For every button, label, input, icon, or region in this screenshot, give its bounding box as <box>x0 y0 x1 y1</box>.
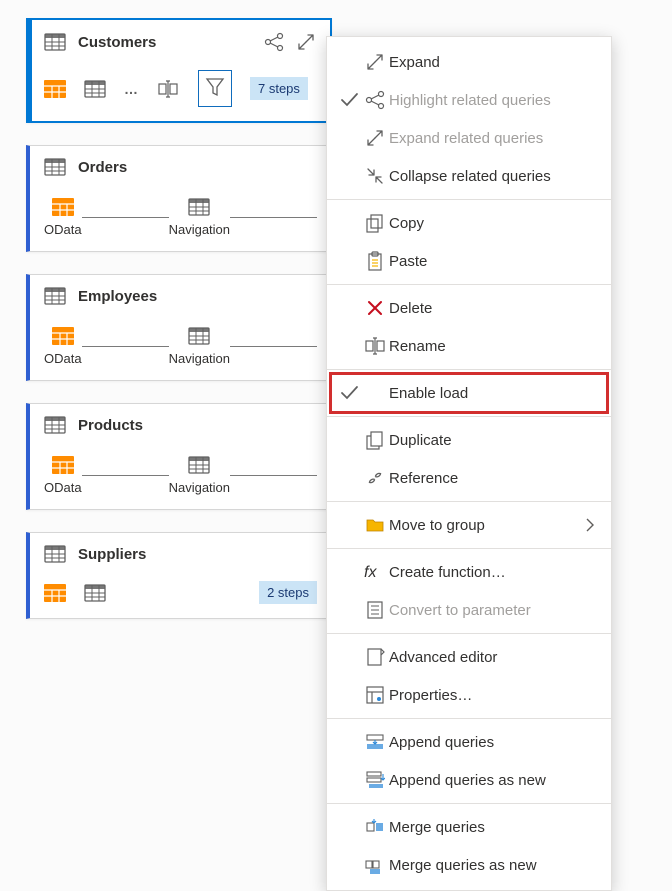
menu-item-duplicate[interactable]: Duplicate <box>327 421 611 459</box>
expand-icon <box>365 52 385 72</box>
merge-new-icon <box>365 855 385 875</box>
append-new-icon <box>365 770 385 790</box>
menu-divider <box>327 718 611 719</box>
filter-icon <box>205 77 225 97</box>
delete-icon <box>365 298 385 318</box>
query-steps-flow: OData Navigation <box>44 327 317 366</box>
query-card-suppliers[interactable]: Suppliers 2 steps <box>26 532 332 619</box>
step-odata-icon <box>52 327 74 345</box>
step-label: Navigation <box>169 222 230 237</box>
related-queries-icon <box>365 90 385 110</box>
menu-divider <box>327 284 611 285</box>
table-view-orange-icon[interactable] <box>44 80 66 98</box>
step-label: OData <box>44 351 82 366</box>
table-view-outline-icon[interactable] <box>84 584 106 602</box>
menu-item-append-queries[interactable]: Append queries <box>327 723 611 761</box>
menu-divider <box>327 199 611 200</box>
merge-icon <box>365 817 385 837</box>
filter-button-selected[interactable] <box>198 70 232 107</box>
query-card-customers[interactable]: Customers … 7 steps <box>26 18 332 123</box>
query-card-products[interactable]: Products OData Navigation <box>26 403 332 510</box>
menu-item-expand[interactable]: Expand <box>327 43 611 81</box>
query-title: Customers <box>78 34 156 51</box>
rename-icon[interactable] <box>156 79 180 99</box>
step-navigation-icon <box>188 198 210 216</box>
query-steps-flow: OData Navigation <box>44 456 317 495</box>
menu-item-advanced-editor[interactable]: Advanced editor <box>327 638 611 676</box>
paste-icon <box>365 251 385 271</box>
menu-item-expand-related[interactable]: Expand related queries <box>327 119 611 157</box>
menu-item-create-function[interactable]: Create function… <box>327 553 611 591</box>
check-icon <box>339 383 359 403</box>
query-title: Employees <box>78 288 157 305</box>
menu-divider <box>327 501 611 502</box>
menu-item-merge-queries[interactable]: Merge queries <box>327 808 611 846</box>
step-navigation-icon <box>188 456 210 474</box>
folder-icon <box>365 515 385 535</box>
parameter-icon <box>365 600 385 620</box>
step-label: OData <box>44 480 82 495</box>
menu-item-highlight-related[interactable]: Highlight related queries <box>327 81 611 119</box>
step-odata-icon <box>52 456 74 474</box>
step-navigation-icon <box>188 327 210 345</box>
table-icon <box>44 545 66 563</box>
menu-item-reference[interactable]: Reference <box>327 459 611 497</box>
step-odata-icon <box>52 198 74 216</box>
table-view-outline-icon[interactable] <box>84 80 106 98</box>
advanced-editor-icon <box>365 647 385 667</box>
menu-divider <box>327 633 611 634</box>
related-queries-icon[interactable] <box>264 32 284 52</box>
collapse-icon <box>365 166 385 186</box>
table-icon <box>44 287 66 305</box>
menu-item-delete[interactable]: Delete <box>327 289 611 327</box>
menu-item-move-to-group[interactable]: Move to group <box>327 506 611 544</box>
query-card-orders[interactable]: Orders OData Navigation <box>26 145 332 252</box>
menu-divider <box>327 416 611 417</box>
menu-item-paste[interactable]: Paste <box>327 242 611 280</box>
menu-item-properties[interactable]: Properties… <box>327 676 611 714</box>
step-label: Navigation <box>169 351 230 366</box>
check-icon <box>339 90 359 110</box>
expand-icon[interactable] <box>296 32 316 52</box>
context-menu: Expand Highlight related queries Expand … <box>326 36 612 891</box>
menu-item-merge-queries-as-new[interactable]: Merge queries as new <box>327 846 611 884</box>
menu-item-collapse-related[interactable]: Collapse related queries <box>327 157 611 195</box>
properties-icon <box>365 685 385 705</box>
menu-item-convert-to-parameter[interactable]: Convert to parameter <box>327 591 611 629</box>
table-icon <box>44 416 66 434</box>
menu-divider <box>327 803 611 804</box>
fx-icon <box>364 562 386 582</box>
menu-item-rename[interactable]: Rename <box>327 327 611 365</box>
duplicate-icon <box>365 430 385 450</box>
step-label: OData <box>44 222 82 237</box>
expand-icon <box>365 128 385 148</box>
menu-divider <box>327 548 611 549</box>
more-ellipsis[interactable]: … <box>124 81 138 97</box>
chevron-right-icon <box>581 515 597 535</box>
steps-badge[interactable]: 2 steps <box>259 581 317 604</box>
copy-icon <box>365 213 385 233</box>
reference-icon <box>365 468 385 488</box>
query-title: Products <box>78 417 143 434</box>
menu-item-copy[interactable]: Copy <box>327 204 611 242</box>
menu-item-append-queries-as-new[interactable]: Append queries as new <box>327 761 611 799</box>
table-icon <box>44 158 66 176</box>
rename-icon <box>363 336 387 356</box>
table-icon <box>44 33 66 51</box>
step-label: Navigation <box>169 480 230 495</box>
table-view-orange-icon[interactable] <box>44 584 66 602</box>
steps-badge[interactable]: 7 steps <box>250 77 308 100</box>
query-card-employees[interactable]: Employees OData Navigation <box>26 274 332 381</box>
menu-divider <box>327 369 611 370</box>
append-icon <box>365 732 385 752</box>
menu-item-enable-load[interactable]: Enable load <box>327 374 611 412</box>
query-title: Suppliers <box>78 546 146 563</box>
query-title: Orders <box>78 159 127 176</box>
query-steps-flow: OData Navigation <box>44 198 317 237</box>
